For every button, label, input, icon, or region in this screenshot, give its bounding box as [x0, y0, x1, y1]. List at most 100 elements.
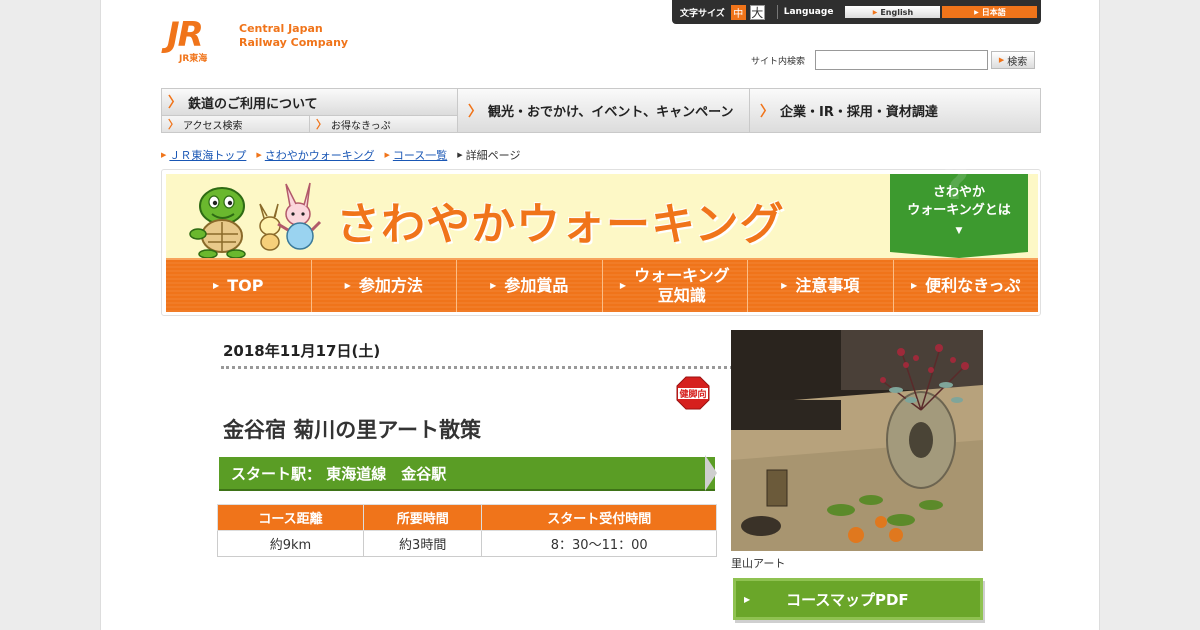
header-required-time: 所要時間 [362, 504, 483, 531]
breadcrumb-current: ▶ 詳細ページ [457, 147, 520, 163]
course-photo [731, 330, 983, 551]
subnav-top[interactable]: ▶ TOP [166, 260, 312, 312]
course-distance-value: 約9km [217, 530, 364, 557]
gnav-tourism-label: 観光・おでかけ、イベント、キャンペーン [488, 105, 734, 120]
triangle-right-icon: ▶ [974, 8, 979, 16]
jr-logo-mark: JR JR東海 [167, 18, 229, 64]
subnav-walking-tips-line1: ウォーキング [634, 266, 730, 285]
start-station-bar-cap [705, 455, 717, 491]
subnav-how-to-join[interactable]: ▶ 参加方法 [311, 260, 457, 312]
breadcrumb-item[interactable]: ▶ ＪＲ東海トップ [161, 147, 246, 163]
question-mark-icon: ? [942, 155, 970, 211]
global-nav: 〉 鉄道のご利用について 〉 アクセス検索 〉 お得なきっぷ 〉 観光・おでかけ… [161, 88, 1041, 133]
text-size-medium-button[interactable]: 中 [730, 4, 746, 20]
site-search: サイト内検索 ▶ 検索 [751, 50, 1036, 70]
dotted-divider [221, 366, 811, 369]
gnav-tourism[interactable]: 〉 観光・おでかけ、イベント、キャンペーン [458, 89, 750, 132]
banner-title: さわやかウォーキング [336, 199, 785, 250]
gnav-corporate[interactable]: 〉 企業・IR・採用・資材調達 [750, 89, 1040, 132]
search-input[interactable] [815, 50, 989, 70]
language-english-button[interactable]: ▶ English [845, 6, 941, 18]
start-station-bar: スタート駅： 東海道線 金谷駅 [219, 457, 715, 489]
language-english-label: English [880, 7, 914, 17]
gnav-railway-use[interactable]: 〉 鉄道のご利用について [162, 89, 457, 116]
subnav-top-label: TOP [227, 276, 264, 295]
chevron-right-icon: 〉 [316, 118, 327, 131]
difficulty-badge: 健脚向 [676, 376, 710, 410]
triangle-down-icon: ▼ [955, 226, 963, 236]
company-name: Central Japan Railway Company [239, 22, 348, 50]
walking-banner[interactable]: さわやかウォーキング ? さわやか ウォーキングとは ▼ [166, 155, 1038, 258]
triangle-right-icon: ▶ [744, 594, 751, 604]
text-size-label: 文字サイズ [680, 8, 725, 19]
course-info-table: コース距離 所要時間 スタート受付時間 約9km 約3時間 8：30～11：00 [217, 504, 717, 557]
walking-banner-frame: さわやかウォーキング ? さわやか ウォーキングとは ▼ ▶ TOP ▶ 参加方… [161, 155, 1041, 316]
photo-caption: 里山アート [731, 557, 786, 570]
triangle-right-icon: ▶ [344, 281, 351, 290]
gnav-access-search[interactable]: 〉 アクセス検索 [162, 116, 310, 132]
triangle-right-icon: ▶ [384, 151, 390, 159]
required-time-value: 約3時間 [362, 530, 483, 557]
breadcrumb-link-jr-top[interactable]: ＪＲ東海トップ [169, 147, 246, 163]
jr-central-logo[interactable]: JR JR東海 Central Japan Railway Company [167, 18, 348, 64]
utility-bar: 文字サイズ 中 大 Language ▶ English ▶ 日本語 [672, 0, 1041, 24]
breadcrumb: ▶ ＪＲ東海トップ ▶ さわやかウォーキング ▶ コース一覧 ▶ 詳細ページ [161, 147, 530, 163]
chevron-right-icon: 〉 [760, 103, 774, 120]
gnav-access-search-label: アクセス検索 [183, 120, 243, 132]
subnav-walking-tips[interactable]: ▶ ウォーキング 豆知識 [602, 260, 748, 312]
gnav-corporate-label: 企業・IR・採用・資材調達 [780, 105, 938, 120]
search-label: サイト内検索 [751, 56, 806, 67]
breadcrumb-item[interactable]: ▶ さわやかウォーキング [256, 147, 374, 163]
subnav-prizes-label: 参加賞品 [504, 276, 569, 295]
search-button[interactable]: ▶ 検索 [991, 51, 1036, 69]
subnav-tickets[interactable]: ▶ 便利なきっぷ [893, 260, 1038, 312]
subnav-precautions-label: 注意事項 [795, 276, 860, 295]
language-japanese-label: 日本語 [981, 7, 1006, 17]
subnav-walking-tips-line2: 豆知識 [657, 286, 706, 305]
breadcrumb-link-walking[interactable]: さわやかウォーキング [265, 147, 375, 163]
subnav-prizes[interactable]: ▶ 参加賞品 [457, 260, 603, 312]
header-reception-time: スタート受付時間 [481, 504, 717, 531]
triangle-right-icon: ▶ [781, 281, 788, 290]
table-row: 約9km 約3時間 8：30～11：00 [217, 530, 717, 557]
triangle-right-icon: ▶ [998, 56, 1005, 64]
breadcrumb-current-label: 詳細ページ [465, 149, 521, 162]
course-map-pdf-label: コースマップPDF [786, 590, 909, 609]
subnav-precautions[interactable]: ▶ 注意事項 [748, 260, 894, 312]
text-size-large-button[interactable]: 大 [749, 4, 765, 20]
search-button-label: 検索 [1007, 56, 1028, 68]
subnav-tickets-label: 便利なきっぷ [925, 276, 1021, 295]
language-label: Language [783, 7, 834, 17]
triangle-right-icon: ▶ [490, 281, 497, 290]
gnav-railway-use-label: 鉄道のご利用について [188, 96, 318, 112]
difficulty-badge-text: 健脚向 [679, 388, 706, 400]
subnav-how-to-join-label: 参加方法 [358, 276, 423, 295]
gnav-railway-subnav: 〉 アクセス検索 〉 お得なきっぷ [162, 116, 457, 132]
event-date: 2018年11月17日(土) [223, 342, 381, 360]
header-course-distance: コース距離 [217, 504, 364, 531]
triangle-right-icon: ▶ [256, 151, 262, 159]
breadcrumb-item[interactable]: ▶ コース一覧 [384, 147, 447, 163]
language-japanese-button[interactable]: ▶ 日本語 [942, 6, 1038, 18]
gnav-discount-tickets-label: お得なきっぷ [331, 120, 391, 132]
about-walking-button[interactable]: ? さわやか ウォーキングとは ▼ [890, 155, 1028, 252]
subnav-walking-tips-label: ウォーキング 豆知識 [634, 266, 730, 306]
gnav-railway-group: 〉 鉄道のご利用について 〉 アクセス検索 〉 お得なきっぷ [162, 89, 458, 132]
jr-logo-sub: JR東海 [179, 54, 208, 64]
chevron-right-icon: 〉 [468, 103, 482, 120]
walking-subnav: ▶ TOP ▶ 参加方法 ▶ 参加賞品 ▶ ウォーキング 豆知識 ▶ 注意事項 [166, 258, 1038, 312]
course-map-pdf-button[interactable]: ▶ コースマップPDF [733, 578, 983, 620]
course-title: 金谷宿 菊川の里アート散策 [223, 418, 482, 442]
breadcrumb-link-course-list[interactable]: コース一覧 [393, 147, 447, 163]
chevron-right-icon: 〉 [168, 118, 179, 131]
triangle-right-icon: ▶ [619, 281, 627, 290]
triangle-right-icon: ▶ [910, 281, 918, 290]
triangle-right-icon: ▶ [457, 151, 463, 159]
triangle-right-icon: ▶ [872, 8, 878, 16]
company-name-line1: Central Japan [239, 22, 323, 35]
reception-time-value: 8：30～11：00 [481, 530, 717, 557]
table-header-row: コース距離 所要時間 スタート受付時間 [217, 504, 717, 531]
page: JR JR東海 Central Japan Railway Company 文字… [100, 0, 1100, 630]
jr-logo-letters: JR [167, 15, 204, 55]
gnav-discount-tickets[interactable]: 〉 お得なきっぷ [310, 116, 457, 132]
